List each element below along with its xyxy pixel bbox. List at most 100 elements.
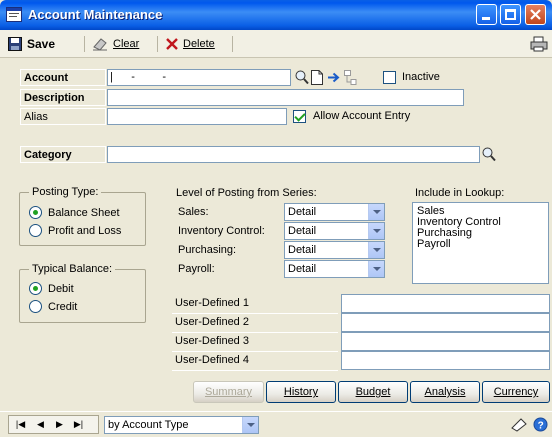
- purchasing-series-label: Purchasing:: [178, 244, 237, 256]
- posting-type-group: [19, 192, 146, 246]
- lookup-magnifier-icon[interactable]: [295, 70, 309, 85]
- category-label: Category: [20, 146, 106, 163]
- eraser-icon: [93, 38, 107, 51]
- analysis-label: Analysis: [424, 386, 466, 398]
- history-label: History: [283, 386, 319, 398]
- minimize-button[interactable]: [476, 4, 497, 25]
- currency-label: Currency: [493, 386, 539, 398]
- floppy-disk-icon: [8, 37, 22, 51]
- sales-posting-value: Detail: [288, 206, 317, 218]
- last-record-icon[interactable]: ▶|: [72, 418, 85, 431]
- chevron-down-icon: [368, 223, 384, 239]
- account-label: Account: [20, 69, 106, 86]
- summary-button[interactable]: Summary: [193, 381, 264, 403]
- credit-label: Credit: [48, 301, 78, 313]
- debit-label: Debit: [48, 283, 74, 295]
- save-label: Save: [27, 37, 56, 51]
- svg-text:?: ?: [538, 420, 544, 431]
- profit-and-loss-label: Profit and Loss: [48, 225, 122, 237]
- delete-x-icon: [166, 38, 178, 50]
- status-bar: |◀ ◀ ▶ ▶| by Account Type ?: [0, 411, 552, 437]
- delete-label: Delete: [183, 38, 215, 50]
- user-defined-2-label: User-Defined 2: [172, 313, 338, 333]
- window-app-icon: [6, 7, 22, 22]
- budget-label: Budget: [355, 386, 391, 398]
- include-in-lookup-label: Include in Lookup:: [415, 187, 505, 199]
- user-defined-1-input[interactable]: [341, 294, 550, 313]
- go-to-arrow-icon[interactable]: [327, 70, 341, 85]
- allow-account-entry-checkbox[interactable]: [293, 110, 306, 123]
- payroll-series-label: Payroll:: [178, 263, 215, 275]
- balance-sheet-label: Balance Sheet: [48, 207, 120, 219]
- chevron-down-icon: [368, 242, 384, 258]
- summary-label: Summary: [204, 386, 253, 398]
- user-defined-2-input[interactable]: [341, 313, 550, 332]
- account-tree-icon[interactable]: [343, 70, 357, 85]
- chevron-down-icon: [242, 417, 258, 433]
- account-input[interactable]: | - -: [107, 69, 291, 86]
- save-button[interactable]: Save: [8, 36, 55, 52]
- category-lookup-icon[interactable]: [482, 147, 496, 162]
- browse-order-value: by Account Type: [108, 419, 189, 431]
- budget-button[interactable]: Budget: [338, 381, 408, 403]
- toolbar-separator: [157, 36, 158, 52]
- debit-radio[interactable]: [29, 282, 42, 295]
- user-defined-1-label: User-Defined 1: [172, 294, 338, 314]
- note-icon[interactable]: [511, 417, 528, 432]
- browse-order-select[interactable]: by Account Type: [104, 416, 259, 434]
- payroll-posting-select[interactable]: Detail: [284, 260, 385, 278]
- window-title: Account Maintenance: [28, 7, 163, 22]
- profit-and-loss-radio[interactable]: [29, 224, 42, 237]
- new-document-icon[interactable]: [311, 70, 323, 85]
- maximize-button[interactable]: [500, 4, 521, 25]
- maximize-icon: [505, 9, 516, 20]
- account-value: | - -: [110, 71, 167, 83]
- first-record-icon[interactable]: |◀: [14, 418, 27, 431]
- title-bar: Account Maintenance: [0, 0, 552, 30]
- close-icon: [530, 9, 541, 20]
- minimize-icon: [482, 17, 490, 20]
- category-input[interactable]: [107, 146, 480, 163]
- help-icon[interactable]: ?: [533, 417, 548, 432]
- level-of-posting-label: Level of Posting from Series:: [176, 187, 317, 199]
- inventory-control-series-label: Inventory Control:: [178, 225, 265, 237]
- delete-button[interactable]: Delete: [166, 36, 215, 52]
- alias-input[interactable]: [107, 108, 287, 125]
- inactive-label: Inactive: [402, 71, 440, 83]
- credit-radio[interactable]: [29, 300, 42, 313]
- chevron-down-icon: [368, 261, 384, 277]
- typical-balance-label: Typical Balance:: [29, 263, 116, 275]
- inventory-control-posting-value: Detail: [288, 225, 317, 237]
- chevron-down-icon: [368, 204, 384, 220]
- inventory-control-posting-select[interactable]: Detail: [284, 222, 385, 240]
- payroll-posting-value: Detail: [288, 263, 317, 275]
- clear-label: Clear: [113, 38, 140, 50]
- balance-sheet-radio[interactable]: [29, 206, 42, 219]
- previous-record-icon[interactable]: ◀: [34, 418, 47, 431]
- allow-account-entry-label: Allow Account Entry: [313, 110, 411, 122]
- clear-button[interactable]: Clear: [92, 36, 139, 52]
- inactive-checkbox[interactable]: [383, 71, 396, 84]
- list-item[interactable]: Payroll: [417, 239, 544, 250]
- alias-label: Alias: [20, 108, 106, 125]
- sales-posting-select[interactable]: Detail: [284, 203, 385, 221]
- user-defined-4-label: User-Defined 4: [172, 351, 338, 371]
- history-button[interactable]: History: [266, 381, 336, 403]
- user-defined-4-input[interactable]: [341, 351, 550, 370]
- toolbar: Save Clear Delete: [0, 30, 552, 58]
- purchasing-posting-select[interactable]: Detail: [284, 241, 385, 259]
- currency-button[interactable]: Currency: [482, 381, 550, 403]
- user-defined-3-label: User-Defined 3: [172, 332, 338, 352]
- posting-type-label: Posting Type:: [29, 186, 102, 198]
- typical-balance-group: [19, 269, 146, 323]
- description-input[interactable]: [107, 89, 464, 106]
- toolbar-separator: [232, 36, 233, 52]
- analysis-button[interactable]: Analysis: [410, 381, 480, 403]
- user-defined-3-input[interactable]: [341, 332, 550, 351]
- include-in-lookup-list[interactable]: Sales Inventory Control Purchasing Payro…: [412, 202, 549, 284]
- close-button[interactable]: [525, 4, 546, 25]
- next-record-icon[interactable]: ▶: [53, 418, 66, 431]
- account-maintenance-window: Account Maintenance Save Clear Delete Ac…: [0, 0, 552, 437]
- printer-icon[interactable]: [530, 36, 548, 52]
- purchasing-posting-value: Detail: [288, 244, 317, 256]
